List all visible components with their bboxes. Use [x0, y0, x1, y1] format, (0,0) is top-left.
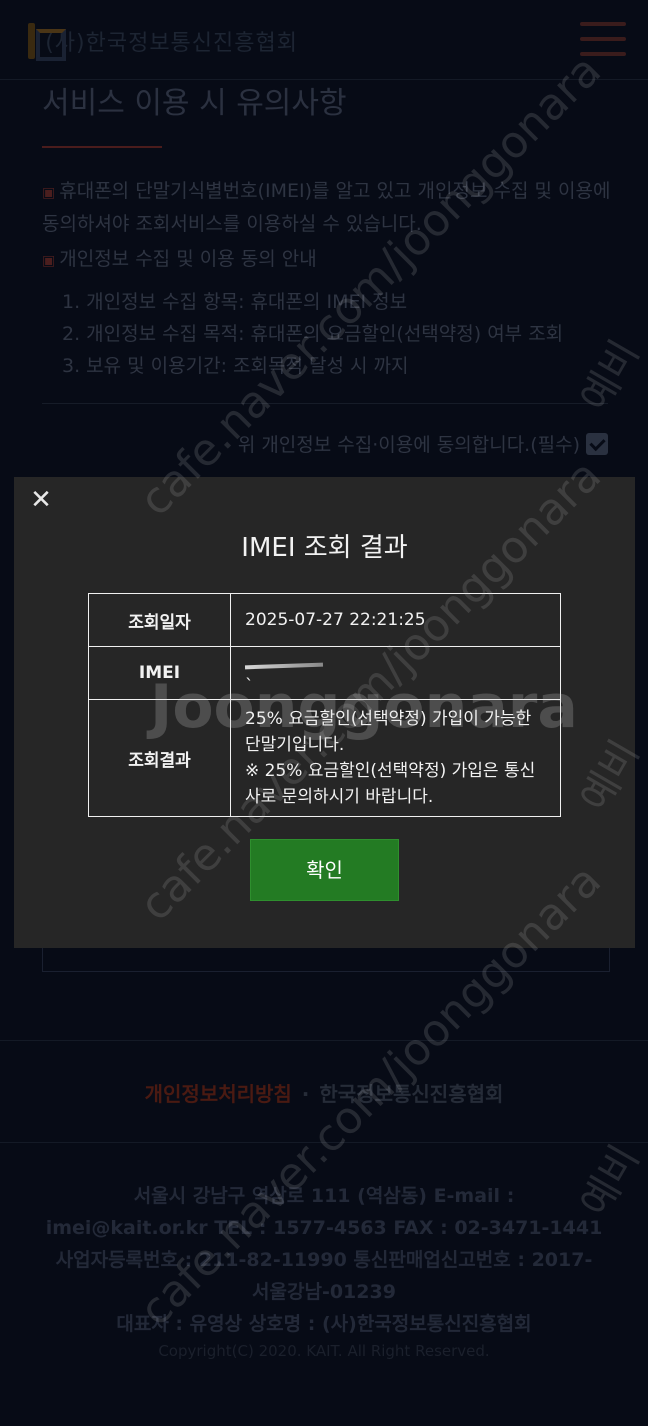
footer-info-line: 서울강남-01239: [252, 1281, 396, 1303]
footer-divider: [0, 1142, 648, 1143]
notice-bullet-1: ▣ 휴대폰의 단말기식별번호(IMEI)를 알고 있고 개인정보 수집 및 이용에…: [42, 180, 611, 235]
bullet-icon: ▣: [42, 185, 56, 201]
kait-link[interactable]: 한국정보통신진흥협회: [319, 1082, 503, 1106]
agree-row: 위 개인정보 수집·이용에 동의합니다.(필수): [238, 430, 608, 457]
date-label: 조회일자: [88, 593, 231, 647]
footer-info-line: 대표자 : 유영상 상호명 : (사)한국정보통신진흥협회: [116, 1313, 532, 1335]
header: (사)한국정보통신진흥협회: [0, 0, 648, 80]
menu-icon[interactable]: [580, 22, 626, 56]
section-title: 서비스 이용 시 유의사항: [42, 86, 347, 121]
confirm-button[interactable]: 확인: [250, 839, 399, 901]
imei-masked-mark: [244, 653, 546, 679]
page: (사)한국정보통신진흥협회 서비스 이용 시 유의사항 ▣ 휴대폰의 단말기식별번…: [0, 0, 648, 1426]
list-item: 3. 보유 및 이용기간: 조회목적 달성 시 까지: [62, 355, 409, 377]
table-row: IMEI `: [88, 646, 561, 700]
result-modal: ✕ IMEI 조회 결과 조회일자 2025-07-27 22:21:25 IM…: [14, 477, 635, 948]
modal-title: IMEI 조회 결과: [241, 533, 408, 563]
close-icon[interactable]: ✕: [28, 487, 54, 513]
footer-info-line: 사업자등록번호 : 211-82-11990 통신판매업신고번호 : 2017-: [55, 1249, 593, 1271]
table-row: 조회일자 2025-07-27 22:21:25: [88, 593, 561, 647]
table-row: 조회결과 25% 요금할인(선택약정) 가입이 가능한 단말기입니다. ※ 25…: [88, 699, 561, 817]
result-line-2: ※ 25% 요금할인(선택약정) 가입은 통신사로 문의하시기 바랍니다.: [245, 761, 536, 807]
agree-label: 위 개인정보 수집·이용에 동의합니다.(필수): [237, 434, 580, 456]
imei-value: `: [245, 676, 254, 696]
footer-links: 개인정보처리방침 · 한국정보통신진흥협회: [0, 1078, 648, 1107]
copyright: Copyright(C) 2020. KAIT. All Right Reser…: [158, 1342, 490, 1360]
title-underline: [42, 146, 162, 148]
bullet-icon: ▣: [42, 253, 56, 269]
watermark-side: 예비: [572, 332, 648, 420]
logo-text: (사)한국정보통신진흥협회: [45, 31, 298, 56]
kait-logo-icon: [28, 23, 68, 61]
privacy-policy-link[interactable]: 개인정보처리방침: [145, 1082, 292, 1106]
agree-checkbox[interactable]: [586, 432, 608, 455]
footer-info-line: imei@kait.or.kr TEL : 1577-4563 FAX : 02…: [45, 1217, 603, 1239]
result-table: 조회일자 2025-07-27 22:21:25 IMEI ` 조회결과 25%…: [88, 593, 561, 817]
footer-info-line: 서울시 강남구 역삼로 111 (역삼동) E-mail :: [133, 1185, 515, 1207]
list-item: 1. 개인정보 수집 항목: 휴대폰의 IMEI 정보: [62, 291, 408, 313]
consent-items-list: 1. 개인정보 수집 항목: 휴대폰의 IMEI 정보 2. 개인정보 수집 목…: [62, 286, 563, 382]
footer-info: 서울시 강남구 역삼로 111 (역삼동) E-mail : imei@kait…: [0, 1180, 648, 1340]
result-line-1: 25% 요금할인(선택약정) 가입이 가능한 단말기입니다.: [245, 709, 532, 755]
imei-value-cell: `: [230, 646, 561, 700]
imei-label: IMEI: [88, 646, 231, 700]
date-value: 2025-07-27 22:21:25: [230, 593, 561, 647]
list-item: 2. 개인정보 수집 목적: 휴대폰의 요금할인(선택약정) 여부 조회: [62, 323, 564, 345]
result-label: 조회결과: [88, 699, 231, 817]
result-value: 25% 요금할인(선택약정) 가입이 가능한 단말기입니다. ※ 25% 요금할…: [230, 699, 561, 817]
footer-divider: [0, 1040, 648, 1041]
logo[interactable]: (사)한국정보통신진흥협회: [28, 22, 298, 61]
notice-bullet-2: ▣ 개인정보 수집 및 이용 동의 안내: [42, 248, 317, 270]
divider: [42, 403, 608, 404]
link-separator: ·: [301, 1082, 310, 1106]
